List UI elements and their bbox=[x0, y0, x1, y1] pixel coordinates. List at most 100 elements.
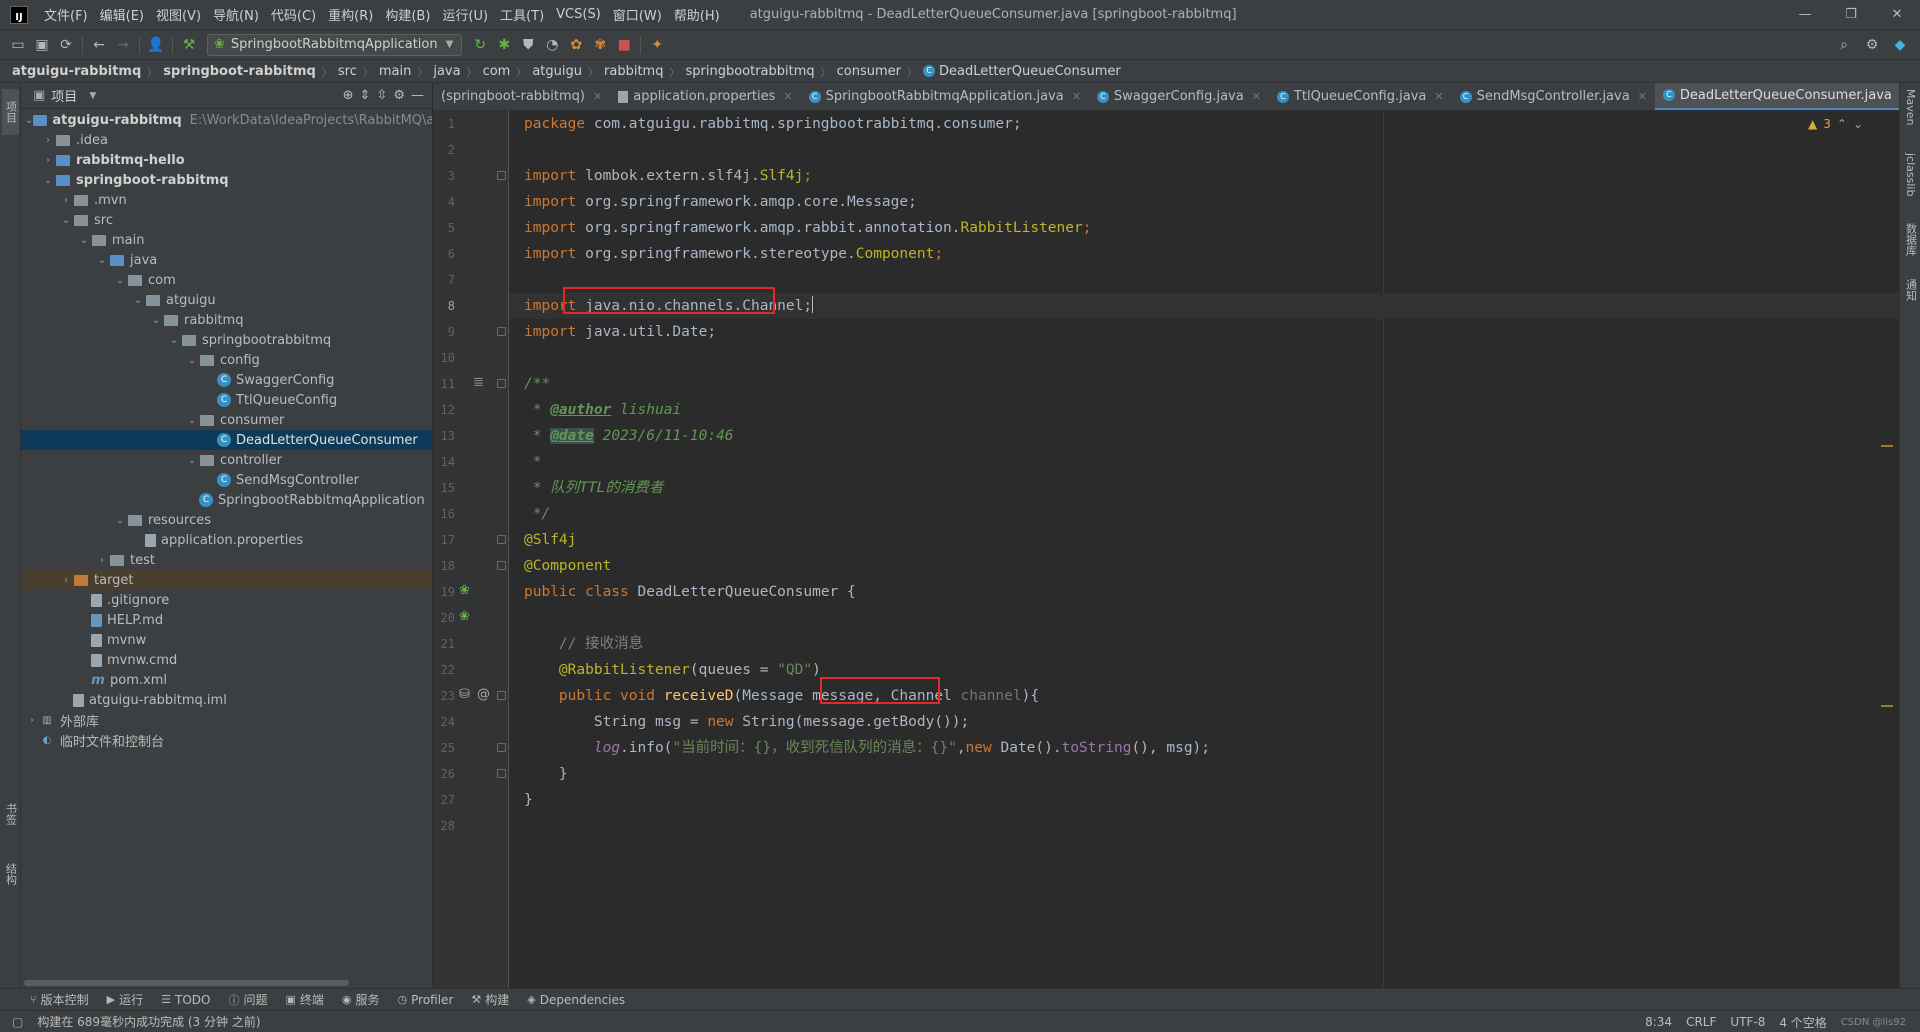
spring-bean-icon[interactable]: ❀ bbox=[459, 609, 470, 624]
editor-tab[interactable]: C SwaggerConfig.java ✕ bbox=[1089, 83, 1269, 110]
toggle-tool-windows-icon[interactable]: ▢ bbox=[12, 1015, 23, 1029]
breadcrumb-item[interactable]: springbootrabbitmq bbox=[685, 64, 814, 79]
tree-item[interactable]: ⌄ consumer bbox=[21, 410, 432, 430]
scrollbar-warning-marker[interactable] bbox=[1881, 445, 1893, 447]
tree-item[interactable]: HELP.md bbox=[21, 610, 432, 630]
tree-item[interactable]: ⌄ atguigu-rabbitmq E:\WorkData\IdeaProject… bbox=[21, 110, 432, 130]
tree-item[interactable]: ⌄ atguigu bbox=[21, 290, 432, 310]
jetbrains-toolbox-icon[interactable]: ◆ bbox=[1888, 33, 1912, 57]
chevron-down-icon[interactable]: ⌄ bbox=[131, 295, 145, 306]
close-tab-icon[interactable]: ✕ bbox=[593, 90, 602, 103]
tree-item[interactable]: ⌄ com bbox=[21, 270, 432, 290]
tree-item[interactable]: application.properties bbox=[21, 530, 432, 550]
collapse-all-icon[interactable]: ⇳ bbox=[376, 88, 387, 103]
breadcrumb-item[interactable]: DeadLetterQueueConsumer bbox=[939, 64, 1121, 79]
build-hammer-icon[interactable]: ⚒ bbox=[177, 33, 201, 57]
plugin-icon[interactable]: ✦ bbox=[645, 33, 669, 57]
fold-marker-icon[interactable] bbox=[497, 171, 506, 180]
chevron-down-icon[interactable]: ⌄ bbox=[113, 275, 127, 286]
tree-item[interactable]: ⌄ main bbox=[21, 230, 432, 250]
next-highlight-icon[interactable]: ⌄ bbox=[1853, 117, 1863, 131]
code-editor[interactable]: 1 2 3 4 5 6 7 8 9 10 11 12 13 14 15 16 1… bbox=[433, 111, 1899, 988]
structure-tool-button[interactable]: 结构 bbox=[2, 863, 19, 907]
previous-highlight-icon[interactable]: ⌃ bbox=[1837, 117, 1847, 131]
fold-marker-icon[interactable] bbox=[497, 535, 506, 544]
tree-item[interactable]: ⌄ config bbox=[21, 350, 432, 370]
rabbit-listener-icon[interactable]: ⛁ bbox=[459, 687, 470, 702]
fold-marker-icon[interactable] bbox=[497, 743, 506, 752]
chevron-right-icon[interactable]: › bbox=[41, 135, 55, 146]
minimize-icon[interactable]: — bbox=[1782, 0, 1828, 29]
gear-icon[interactable]: ⚙ bbox=[393, 88, 405, 103]
annotation-at-icon[interactable]: @ bbox=[477, 687, 490, 702]
tree-item[interactable]: › target bbox=[21, 570, 432, 590]
chevron-right-icon[interactable]: › bbox=[41, 155, 55, 166]
breadcrumb-item[interactable]: main bbox=[379, 64, 411, 79]
close-tab-icon[interactable]: ✕ bbox=[1434, 90, 1443, 103]
editor-tab[interactable]: C SpringbootRabbitmqApplication.java ✕ bbox=[801, 83, 1089, 110]
menu-run[interactable]: 运行(U) bbox=[436, 5, 494, 24]
fold-marker-icon[interactable] bbox=[497, 561, 506, 570]
tree-item[interactable]: › ▥ 外部库 bbox=[21, 710, 432, 730]
build-tool-button[interactable]: ⚒ 构建 bbox=[471, 991, 509, 1008]
chevron-down-icon[interactable]: ⌄ bbox=[41, 175, 55, 186]
breadcrumb-item[interactable]: java bbox=[433, 64, 460, 79]
search-icon[interactable]: ⌕ bbox=[1832, 33, 1856, 57]
breadcrumb-item[interactable]: springboot-rabbitmq bbox=[163, 64, 316, 79]
menu-edit[interactable]: 编辑(E) bbox=[94, 5, 150, 24]
chevron-down-icon[interactable]: ⌄ bbox=[59, 215, 73, 226]
chevron-down-icon[interactable]: ⌄ bbox=[25, 115, 33, 126]
breadcrumb-item[interactable]: consumer bbox=[837, 64, 901, 79]
tree-item-selected[interactable]: C DeadLetterQueueConsumer bbox=[21, 430, 432, 450]
fold-marker-icon[interactable] bbox=[497, 691, 506, 700]
locate-icon[interactable]: ⊕ bbox=[343, 88, 354, 103]
file-encoding[interactable]: UTF-8 bbox=[1730, 1015, 1765, 1029]
reader-mode-icon[interactable]: ≣ bbox=[473, 375, 484, 390]
tree-item[interactable]: ⌄ rabbitmq bbox=[21, 310, 432, 330]
profile-icon[interactable]: ◔ bbox=[540, 33, 564, 57]
breadcrumb-item[interactable]: src bbox=[338, 64, 357, 79]
tree-item[interactable]: › .idea bbox=[21, 130, 432, 150]
services-tool-button[interactable]: ◉ 服务 bbox=[342, 991, 380, 1008]
rerun-icon[interactable]: ↻ bbox=[468, 33, 492, 57]
editor-tab[interactable]: C SendMsgController.java ✕ bbox=[1452, 83, 1655, 110]
tree-item[interactable]: ⌄ springbootrabbitmq bbox=[21, 330, 432, 350]
chevron-down-icon[interactable]: ⌄ bbox=[185, 355, 199, 366]
save-icon[interactable]: ▣ bbox=[30, 33, 54, 57]
todo-tool-button[interactable]: ☰ TODO bbox=[161, 993, 210, 1007]
tree-item[interactable]: C TtlQueueConfig bbox=[21, 390, 432, 410]
project-tool-button[interactable]: 项目 bbox=[2, 89, 19, 135]
chevron-down-icon[interactable]: ⌄ bbox=[185, 455, 199, 466]
jclasslib-tool-button[interactable]: jclasslib bbox=[1902, 153, 1919, 213]
caret-position[interactable]: 8:34 bbox=[1645, 1015, 1672, 1029]
tree-item[interactable]: ⌄ src bbox=[21, 210, 432, 230]
tree-item[interactable]: ⌄ resources bbox=[21, 510, 432, 530]
spring-bean-icon[interactable]: ❀ bbox=[459, 583, 470, 598]
profiler-tool-button[interactable]: ◷ Profiler bbox=[398, 993, 454, 1007]
tree-item[interactable]: ⌄ springboot-rabbitmq bbox=[21, 170, 432, 190]
restore-icon[interactable]: ❐ bbox=[1828, 0, 1874, 29]
status-message[interactable]: 构建在 689毫秒内成功完成 (3 分钟 之前) bbox=[37, 1013, 260, 1030]
tree-item[interactable]: C SendMsgController bbox=[21, 470, 432, 490]
tree-item[interactable]: ◐ 临时文件和控制台 bbox=[21, 730, 432, 750]
fold-marker-icon[interactable] bbox=[497, 769, 506, 778]
menu-tools[interactable]: 工具(T) bbox=[494, 5, 550, 24]
tree-item[interactable]: ⌄ java bbox=[21, 250, 432, 270]
chevron-down-icon[interactable]: ⌄ bbox=[167, 335, 181, 346]
menu-help[interactable]: 帮助(H) bbox=[668, 5, 726, 24]
scrollbar-warning-marker[interactable] bbox=[1881, 705, 1893, 707]
tree-item[interactable]: m pom.xml bbox=[21, 670, 432, 690]
menu-view[interactable]: 视图(V) bbox=[150, 5, 207, 24]
maven-tool-button[interactable]: Maven bbox=[1902, 89, 1919, 143]
tree-item[interactable]: ⌄ controller bbox=[21, 450, 432, 470]
hide-icon[interactable]: — bbox=[411, 88, 424, 103]
notifications-tool-button[interactable]: 通知 bbox=[1902, 279, 1919, 319]
chevron-down-icon[interactable]: ⌄ bbox=[113, 515, 127, 526]
settings-gear-icon[interactable]: ⚙ bbox=[1860, 33, 1884, 57]
close-tab-icon[interactable]: ✕ bbox=[783, 90, 792, 103]
breadcrumb-item[interactable]: com bbox=[483, 64, 511, 79]
menu-vcs[interactable]: VCS(S) bbox=[550, 7, 607, 22]
indent-setting[interactable]: 4 个空格 bbox=[1779, 1014, 1826, 1031]
attach-icon[interactable]: ✿ bbox=[564, 33, 588, 57]
tree-item[interactable]: › .mvn bbox=[21, 190, 432, 210]
